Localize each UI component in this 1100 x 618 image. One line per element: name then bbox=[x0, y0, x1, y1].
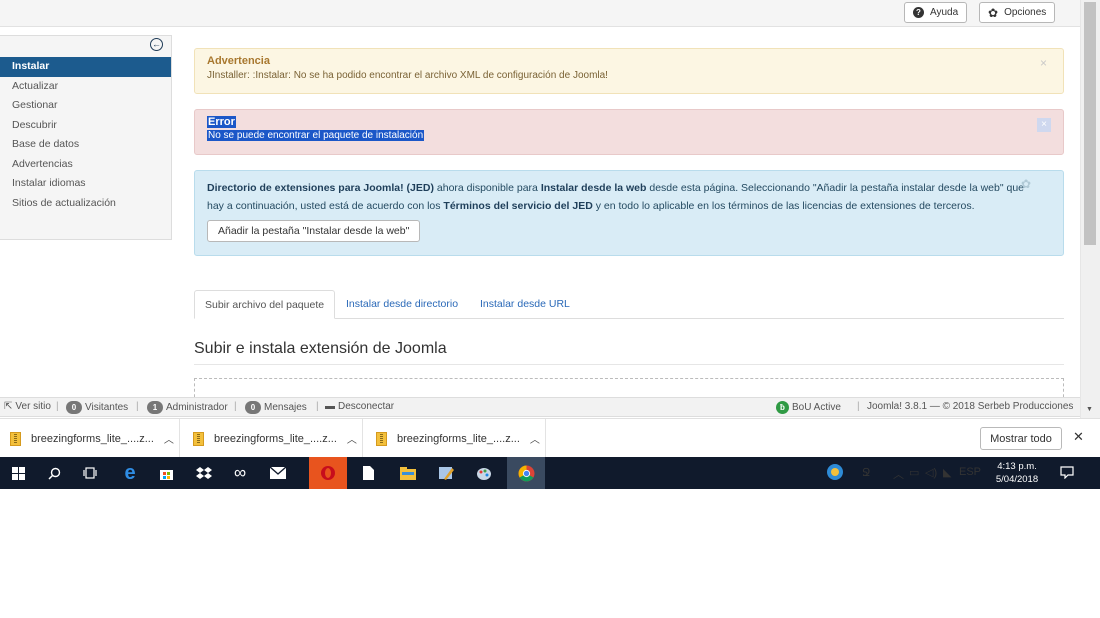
question-icon: ? bbox=[913, 7, 924, 18]
close-warning-icon[interactable]: × bbox=[1040, 56, 1047, 70]
search-icon[interactable] bbox=[36, 457, 72, 489]
battery-icon[interactable]: ▭ bbox=[909, 466, 919, 479]
chevron-up-icon[interactable]: ︿ bbox=[530, 431, 540, 446]
infinity-app-icon[interactable]: ∞ bbox=[222, 457, 258, 489]
logout-link[interactable]: ▬ Desconectar bbox=[325, 401, 394, 412]
admins-status: 1 Administrador bbox=[147, 401, 228, 414]
sidebar-item-advertencias[interactable]: Advertencias bbox=[0, 155, 171, 175]
download-bar: breezingforms_lite_....z... ︿ breezingfo… bbox=[0, 418, 1100, 458]
opera-browser-icon[interactable] bbox=[309, 457, 347, 489]
sidebar: ← Instalar Actualizar Gestionar Descubri… bbox=[0, 35, 172, 240]
sidebar-item-actualizar[interactable]: Actualizar bbox=[0, 77, 171, 97]
warning-message: JInstaller: :Instalar: No se ha podido e… bbox=[207, 70, 608, 81]
file-explorer-icon[interactable] bbox=[390, 457, 426, 489]
admin-toolbar: ? Ayuda ✿ Opciones bbox=[0, 0, 1080, 27]
tab-install-from-url[interactable]: Instalar desde URL bbox=[470, 290, 580, 319]
chrome-browser-icon[interactable] bbox=[507, 457, 545, 489]
empty-area bbox=[0, 489, 1100, 618]
external-link-icon: ⇱ bbox=[4, 401, 13, 412]
tab-install-from-directory[interactable]: Instalar desde directorio bbox=[336, 290, 468, 319]
sidebar-item-instalar[interactable]: Instalar bbox=[0, 57, 171, 77]
collapse-sidebar-icon[interactable]: ← bbox=[150, 38, 163, 51]
chevron-up-icon[interactable]: ︿ bbox=[893, 466, 904, 482]
palette-app-icon[interactable] bbox=[466, 457, 502, 489]
sidebar-item-base-de-datos[interactable]: Base de datos bbox=[0, 135, 171, 155]
admins-badge: 1 bbox=[147, 401, 163, 414]
tab-upload-package[interactable]: Subir archivo del paquete bbox=[194, 290, 336, 319]
jed-info-line-2: hay a continuación, usted está de acuerd… bbox=[207, 200, 975, 212]
status-separator: | bbox=[857, 401, 860, 412]
help-tray-icon[interactable] bbox=[826, 463, 844, 484]
bou-icon: ƀ bbox=[776, 401, 789, 414]
error-alert: Error No se puede encontrar el paquete d… bbox=[194, 109, 1064, 155]
close-icon[interactable]: ✕ bbox=[1073, 429, 1084, 445]
joomla-status-bar: ⇱ Ver sitio | 0 Visitantes | 1 Administr… bbox=[0, 397, 1080, 417]
view-site-link[interactable]: ⇱ Ver sitio bbox=[4, 401, 51, 412]
install-tabs: Subir archivo del paquete Instalar desde… bbox=[194, 290, 1064, 319]
zip-file-icon bbox=[193, 431, 204, 446]
clock[interactable]: 4:13 p.m. 5/04/2018 bbox=[987, 460, 1047, 486]
sidebar-menu: Instalar Actualizar Gestionar Descubrir … bbox=[0, 57, 171, 213]
section-title: Subir e instala extensión de Joomla bbox=[194, 340, 447, 357]
download-item[interactable]: breezingforms_lite_....z... ︿ bbox=[376, 419, 546, 458]
status-separator: | bbox=[56, 401, 59, 412]
cog-icon[interactable]: ✿ bbox=[1021, 177, 1031, 191]
download-item[interactable]: breezingforms_lite_....z... ︿ bbox=[193, 419, 363, 458]
error-message: No se puede encontrar el paquete de inst… bbox=[207, 130, 425, 141]
task-view-icon[interactable] bbox=[72, 457, 108, 489]
add-install-from-web-button[interactable]: Añadir la pestaña "Instalar desde la web… bbox=[207, 220, 421, 242]
show-all-button[interactable]: Mostrar todo bbox=[980, 427, 1062, 450]
warning-alert: Advertencia JInstaller: :Instalar: No se… bbox=[194, 48, 1064, 94]
mail-icon[interactable] bbox=[260, 457, 296, 489]
sidebar-item-gestionar[interactable]: Gestionar bbox=[0, 96, 171, 116]
status-separator: | bbox=[316, 401, 319, 412]
close-error-icon[interactable]: × bbox=[1037, 118, 1051, 132]
joomla-version: Joomla! 3.8.1 — © 2018 Serbeb Produccion… bbox=[867, 401, 1074, 412]
clock-time: 4:13 p.m. bbox=[997, 461, 1037, 472]
dropbox-icon[interactable] bbox=[186, 457, 222, 489]
jed-info-line-1: Directorio de extensiones para Joomla! (… bbox=[207, 182, 1025, 194]
file-icon[interactable] bbox=[350, 457, 386, 489]
page-scrollbar[interactable]: ▼ bbox=[1080, 0, 1100, 418]
options-button[interactable]: ✿ Opciones bbox=[979, 2, 1056, 23]
paint-app-icon[interactable] bbox=[428, 457, 464, 489]
messages-status[interactable]: 0 Mensajes bbox=[245, 401, 307, 414]
notifications-icon[interactable] bbox=[1060, 466, 1074, 482]
windows-taskbar: e ∞ Ջ ︿ ▭ ◁) ◣ ESP 4:13 p.m. 5/04/2018 bbox=[0, 457, 1100, 489]
visitors-badge: 0 bbox=[66, 401, 82, 414]
sidebar-item-descubrir[interactable]: Descubrir bbox=[0, 116, 171, 136]
error-title: Error bbox=[207, 116, 236, 128]
people-icon[interactable]: Ջ bbox=[862, 466, 870, 479]
download-item[interactable]: breezingforms_lite_....z... ︿ bbox=[10, 419, 180, 458]
joomla-admin-area: ? Ayuda ✿ Opciones ← Instalar Actualizar… bbox=[0, 0, 1100, 398]
chevron-up-icon[interactable]: ︿ bbox=[347, 431, 357, 446]
section-divider bbox=[194, 364, 1064, 365]
jed-info-alert: Directorio de extensiones para Joomla! (… bbox=[194, 170, 1064, 256]
status-separator: | bbox=[136, 401, 139, 412]
main-content: Advertencia JInstaller: :Instalar: No se… bbox=[194, 48, 1064, 271]
zip-file-icon bbox=[376, 431, 387, 446]
volume-icon[interactable]: ◁) bbox=[925, 466, 937, 479]
sidebar-item-instalar-idiomas[interactable]: Instalar idiomas bbox=[0, 174, 171, 194]
chevron-up-icon[interactable]: ︿ bbox=[164, 431, 174, 446]
clock-date: 5/04/2018 bbox=[995, 474, 1039, 485]
warning-title: Advertencia bbox=[207, 55, 270, 67]
messages-badge: 0 bbox=[245, 401, 261, 414]
help-button[interactable]: ? Ayuda bbox=[904, 2, 968, 23]
wifi-icon[interactable]: ◣ bbox=[943, 466, 951, 479]
zip-file-icon bbox=[10, 431, 21, 446]
minus-icon: ▬ bbox=[325, 401, 335, 412]
status-separator: | bbox=[234, 401, 237, 412]
windows-start-icon[interactable] bbox=[0, 457, 36, 489]
scrollbar-thumb[interactable] bbox=[1084, 2, 1096, 245]
language-indicator[interactable]: ESP bbox=[959, 466, 981, 478]
scroll-down-arrow-icon[interactable]: ▼ bbox=[1086, 406, 1093, 413]
gear-icon: ✿ bbox=[988, 5, 999, 20]
store-icon[interactable] bbox=[148, 457, 184, 489]
upload-dropzone[interactable] bbox=[194, 378, 1064, 398]
edge-browser-icon[interactable]: e bbox=[112, 457, 148, 489]
sidebar-item-sitios-actualizacion[interactable]: Sitios de actualización bbox=[0, 194, 171, 214]
visitors-status: 0 Visitantes bbox=[66, 401, 128, 414]
bou-status[interactable]: ƀ BoU Active bbox=[776, 401, 841, 414]
